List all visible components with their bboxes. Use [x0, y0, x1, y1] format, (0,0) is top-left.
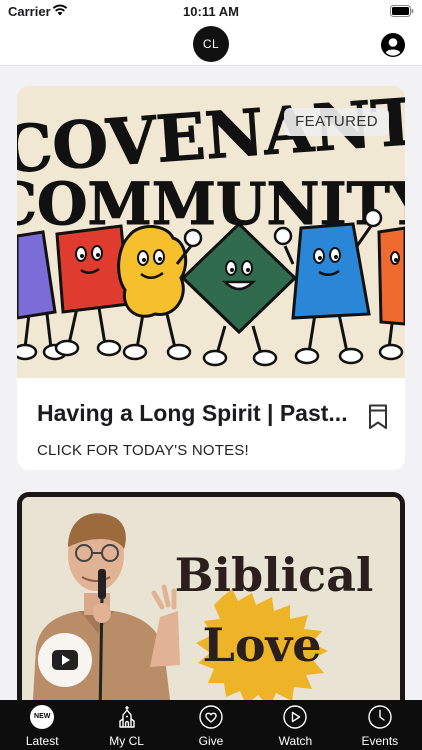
- heart-icon: [199, 705, 223, 729]
- tab-bar: NEW Latest My CL Give Watch Events: [0, 700, 422, 750]
- featured-sermon-card[interactable]: COVENANT COMMUNITY: [17, 86, 405, 470]
- clock-icon: [368, 705, 392, 729]
- tab-label-latest: Latest: [25, 734, 59, 748]
- bookmark-icon[interactable]: [368, 404, 388, 430]
- sermon-video-card[interactable]: Biblical Love: [17, 492, 405, 700]
- battery-icon: [390, 5, 414, 17]
- tab-label-watch: Watch: [278, 734, 313, 748]
- featured-badge: FEATURED: [284, 108, 389, 136]
- play-video-button[interactable]: [38, 633, 92, 687]
- play-icon: [283, 705, 308, 729]
- tab-events[interactable]: Events: [338, 700, 422, 750]
- content-feed[interactable]: COVENANT COMMUNITY: [0, 66, 422, 700]
- tab-latest[interactable]: NEW Latest: [0, 700, 84, 750]
- tab-label-events: Events: [361, 734, 399, 748]
- tab-label-give: Give: [198, 734, 224, 748]
- church-icon: [118, 706, 135, 728]
- status-time: 10:11 AM: [183, 4, 239, 19]
- featured-artwork[interactable]: COVENANT COMMUNITY: [17, 86, 405, 378]
- artwork-title-biblical: Biblical: [175, 548, 374, 602]
- tab-watch[interactable]: Watch: [253, 700, 337, 750]
- app-logo[interactable]: CL: [193, 26, 229, 62]
- profile-icon[interactable]: [381, 33, 405, 57]
- sermon-title[interactable]: Having a Long Spirit | Past...: [37, 400, 357, 427]
- artwork-title-love: Love: [202, 618, 321, 672]
- tab-my-cl[interactable]: My CL: [84, 700, 168, 750]
- status-bar: Carrier 10:11 AM: [0, 0, 422, 24]
- sermon-notes-link[interactable]: CLICK FOR TODAY'S NOTES!: [37, 442, 249, 459]
- tab-give[interactable]: Give: [169, 700, 253, 750]
- new-badge-icon: NEW: [30, 705, 55, 729]
- app-header: CL: [0, 24, 422, 66]
- youtube-play-icon: [52, 650, 78, 670]
- tab-label-my-cl: My CL: [109, 734, 144, 748]
